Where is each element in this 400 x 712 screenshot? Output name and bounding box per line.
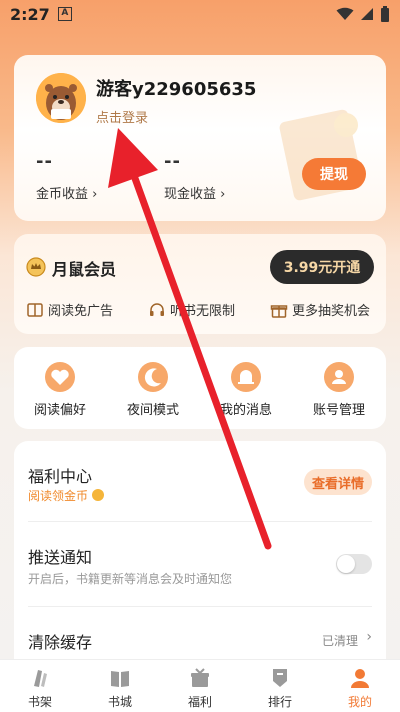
notification-a-icon: A — [57, 7, 72, 21]
beaver-avatar-icon — [36, 73, 86, 123]
chevron-right-icon: › — [366, 629, 372, 645]
headphones-icon — [150, 302, 164, 316]
book-open-icon — [111, 671, 129, 687]
bookshelf-icon — [34, 670, 47, 687]
toggle-knob — [337, 555, 355, 573]
cash-value: -- — [164, 151, 181, 172]
nav-label: 书架 — [27, 695, 52, 709]
perk-no-ads: 阅读免广告 — [26, 300, 113, 319]
cash-label: 现金收益 — [164, 187, 217, 202]
crown-badge-icon — [26, 257, 46, 277]
moon-icon — [138, 362, 168, 392]
perk-label: 听书无限制 — [170, 304, 236, 319]
nav-label: 排行 — [267, 695, 292, 709]
nav-label: 我的 — [347, 695, 372, 709]
withdraw-button[interactable]: 提现 — [302, 158, 366, 190]
coin-icon — [92, 489, 105, 501]
membership-title: 月鼠会员 — [52, 260, 117, 279]
avatar[interactable] — [36, 73, 86, 123]
coins-value: -- — [36, 151, 53, 172]
user-icon — [324, 362, 354, 392]
membership-card: 月鼠会员 3.99元开通 阅读免广告 听书无限制 更多抽奖机会 — [14, 234, 386, 334]
chevron-right-icon: › — [220, 187, 226, 202]
clear-cache-row[interactable]: 清除缓存 已清理 › — [14, 607, 386, 667]
quick-night-mode[interactable]: 夜间模式 — [113, 361, 193, 418]
user-icon — [351, 669, 369, 688]
nav-label: 福利 — [187, 695, 212, 709]
push-sub: 开启后，书籍更新等消息会及时通知您 — [28, 572, 233, 586]
coins-label: 金币收益 — [36, 187, 89, 202]
coins-earnings-link[interactable]: 金币收益 › — [36, 183, 97, 202]
nav-bookshelf[interactable]: 书架 — [0, 660, 80, 712]
username: 游客y229605635 — [96, 79, 257, 100]
nav-welfare[interactable]: 福利 — [160, 660, 240, 712]
status-icons — [336, 6, 390, 22]
quick-reading-preference[interactable]: 阅读偏好 — [20, 361, 100, 418]
settings-card: 福利中心 阅读领金币 查看详情 推送通知 开启后，书籍更新等消息会及时通知您 清… — [14, 441, 386, 671]
cache-status: 已清理 — [321, 634, 358, 648]
push-title: 推送通知 — [28, 548, 93, 567]
chevron-right-icon: › — [92, 187, 98, 202]
push-toggle[interactable] — [336, 554, 372, 574]
book-icon — [27, 302, 43, 317]
view-details-button[interactable]: 查看详情 — [304, 469, 372, 495]
login-link[interactable]: 点击登录 — [96, 107, 148, 126]
perk-lottery: 更多抽奖机会 — [270, 300, 370, 319]
cache-title: 清除缓存 — [28, 633, 93, 652]
perk-label: 阅读免广告 — [48, 304, 114, 319]
welfare-sub: 阅读领金币 — [28, 487, 105, 504]
perk-label: 更多抽奖机会 — [292, 304, 371, 319]
profile-card: 游客y229605635 点击登录 -- 金币收益 › -- 现金收益 › 提现 — [14, 55, 386, 221]
ranking-badge-icon — [273, 669, 287, 687]
nav-ranking[interactable]: 排行 — [240, 660, 320, 712]
welfare-center-row[interactable]: 福利中心 阅读领金币 查看详情 — [14, 441, 386, 521]
perk-audio: 听书无限制 — [148, 300, 235, 319]
quick-label: 账号管理 — [312, 403, 365, 418]
quick-actions-card: 阅读偏好 夜间模式 我的消息 账号管理 — [14, 347, 386, 429]
wifi-icon — [336, 7, 354, 20]
battery-icon — [381, 6, 389, 22]
signal-icon — [361, 8, 373, 20]
gift-icon — [270, 304, 288, 318]
bottom-nav: 书架 书城 福利 排行 我的 — [0, 659, 400, 712]
quick-my-messages[interactable]: 我的消息 — [206, 361, 286, 418]
heart-icon — [45, 362, 75, 392]
quick-label: 阅读偏好 — [33, 403, 86, 418]
quick-label: 夜间模式 — [126, 403, 179, 418]
push-notification-row: 推送通知 开启后，书籍更新等消息会及时通知您 — [14, 522, 386, 606]
gift-icon — [191, 668, 209, 687]
welfare-title: 福利中心 — [28, 467, 93, 486]
nav-mine[interactable]: 我的 — [320, 660, 400, 712]
cash-earnings-link[interactable]: 现金收益 › — [164, 183, 225, 202]
quick-account-management[interactable]: 账号管理 — [299, 361, 379, 418]
quick-label: 我的消息 — [219, 403, 272, 418]
status-time: 2:27 — [10, 4, 50, 24]
nav-bookstore[interactable]: 书城 — [80, 660, 160, 712]
bell-icon — [231, 362, 261, 392]
status-bar: 2:27 A — [0, 0, 400, 28]
open-vip-button[interactable]: 3.99元开通 — [270, 250, 374, 284]
coin-decoration-icon — [279, 109, 363, 201]
nav-label: 书城 — [107, 695, 132, 709]
welfare-sub-text: 阅读领金币 — [28, 489, 89, 503]
